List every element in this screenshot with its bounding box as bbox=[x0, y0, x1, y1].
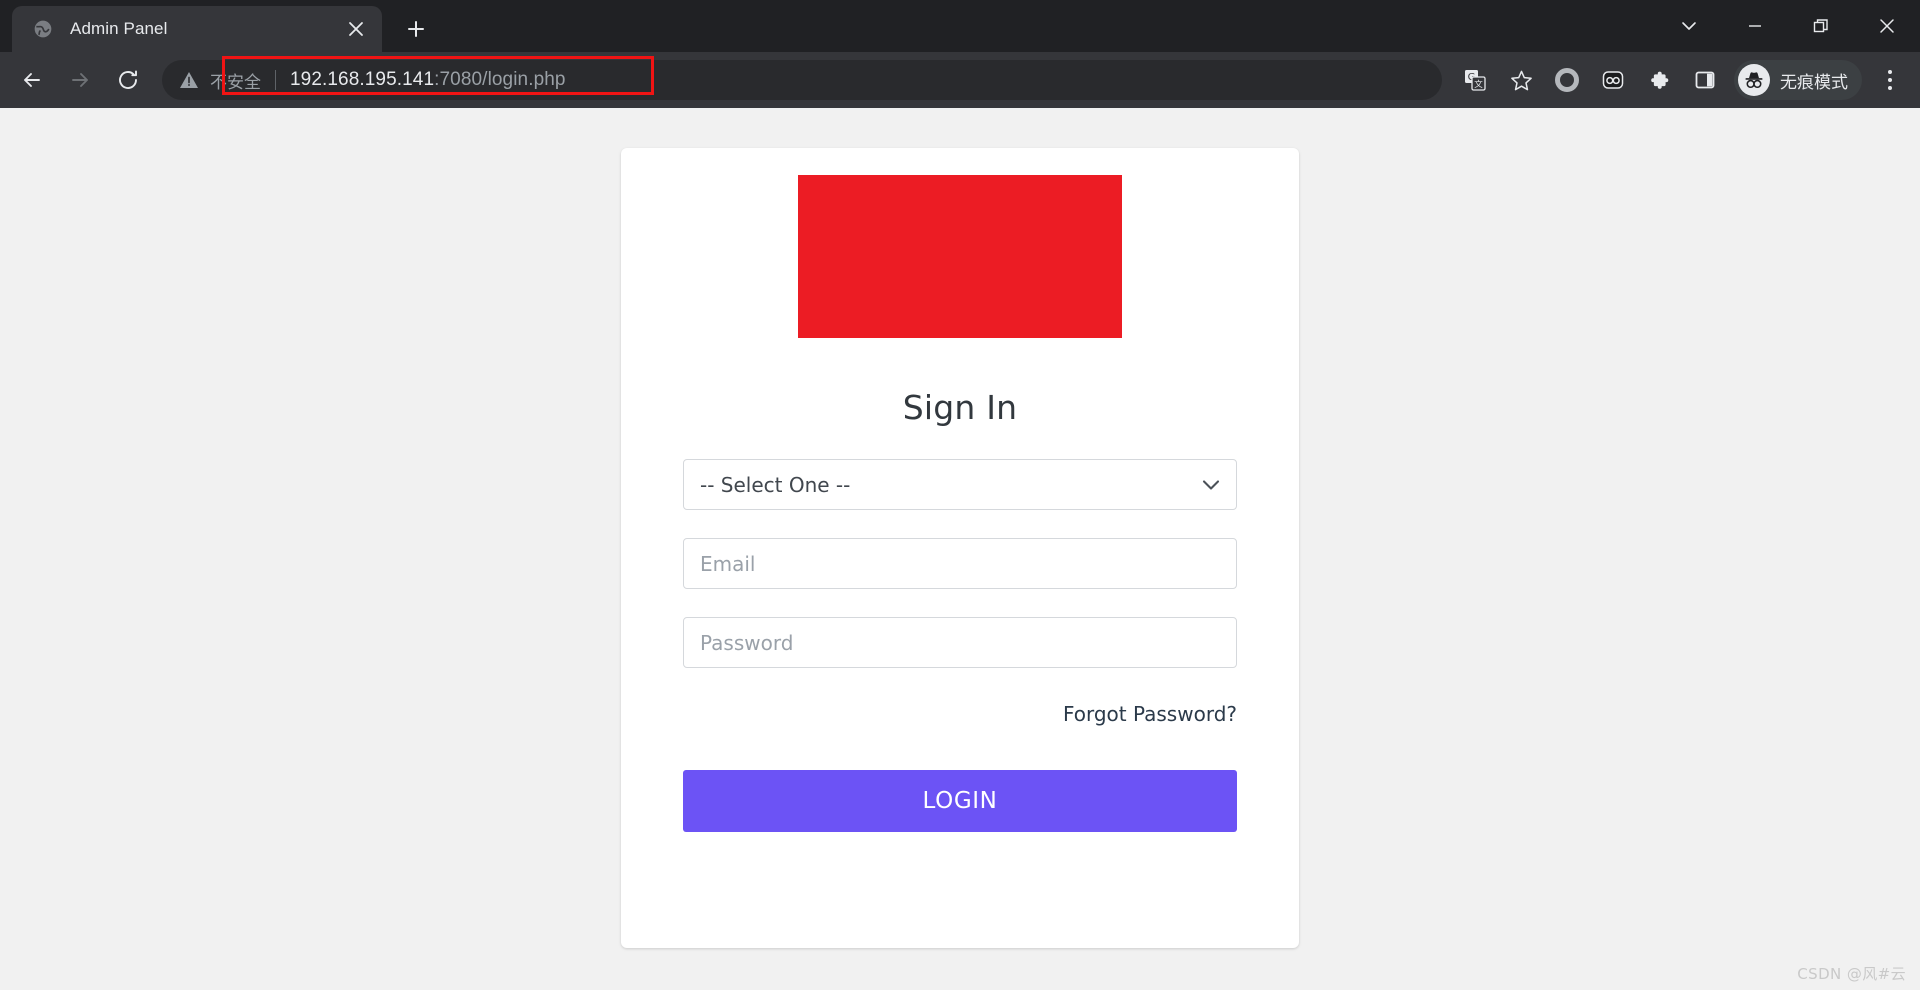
omnibox-divider bbox=[275, 70, 276, 90]
globe-icon bbox=[32, 18, 54, 40]
incognito-icon bbox=[1738, 64, 1770, 96]
window-controls bbox=[1656, 0, 1920, 52]
browser-window: Admin Panel 不安全 192.168.195.141:7080/log… bbox=[0, 0, 1920, 990]
tab-title: Admin Panel bbox=[70, 19, 168, 38]
incognito-profile-chip[interactable]: 无痕模式 bbox=[1734, 60, 1862, 100]
url-path: :7080/login.php bbox=[434, 69, 566, 90]
svg-text:文: 文 bbox=[1474, 79, 1483, 90]
new-tab-button[interactable] bbox=[396, 9, 436, 49]
password-field[interactable]: Password bbox=[683, 617, 1237, 668]
tab-search-button[interactable] bbox=[1656, 0, 1722, 52]
forgot-password-row: Forgot Password? bbox=[683, 702, 1237, 726]
close-icon[interactable] bbox=[342, 15, 370, 43]
arrow-right-icon bbox=[72, 73, 88, 87]
minimize-button[interactable] bbox=[1722, 0, 1788, 52]
extensions-puzzle-icon[interactable] bbox=[1639, 60, 1679, 100]
page-viewport: Sign In -- Select One -- Email Password … bbox=[0, 108, 1920, 990]
maximize-button[interactable] bbox=[1788, 0, 1854, 52]
role-select-value: -- Select One -- bbox=[700, 472, 851, 497]
close-icon bbox=[1880, 19, 1894, 33]
omnibox-wrapper: 不安全 192.168.195.141:7080/login.php bbox=[162, 60, 1442, 100]
three-dot-menu-icon[interactable] bbox=[1870, 58, 1910, 102]
plus-icon bbox=[408, 21, 424, 37]
address-bar[interactable]: 不安全 192.168.195.141:7080/login.php bbox=[162, 60, 1442, 100]
translate-icon[interactable]: G 文 bbox=[1455, 60, 1495, 100]
back-button[interactable] bbox=[10, 58, 54, 102]
close-window-button[interactable] bbox=[1854, 0, 1920, 52]
watermark: CSDN @风#云 bbox=[1797, 965, 1906, 983]
url-host: 192.168.195.141 bbox=[290, 69, 435, 90]
email-field[interactable]: Email bbox=[683, 538, 1237, 589]
restore-icon bbox=[1813, 19, 1828, 33]
login-card: Sign In -- Select One -- Email Password … bbox=[621, 148, 1299, 948]
browser-tab[interactable]: Admin Panel bbox=[12, 6, 382, 52]
page-title: Sign In bbox=[902, 388, 1018, 427]
password-manager-icon[interactable] bbox=[1593, 60, 1633, 100]
broken-logo-image bbox=[798, 175, 1122, 338]
tab-strip: Admin Panel bbox=[0, 0, 1920, 52]
chevron-down-icon bbox=[1202, 479, 1220, 491]
login-button[interactable]: LOGIN bbox=[683, 770, 1237, 832]
role-select[interactable]: -- Select One -- bbox=[683, 459, 1237, 510]
browser-toolbar: 不安全 192.168.195.141:7080/login.php G 文 无… bbox=[0, 52, 1920, 108]
minimize-icon bbox=[1749, 25, 1761, 27]
warning-triangle-icon[interactable] bbox=[178, 71, 200, 89]
reload-button[interactable] bbox=[106, 58, 150, 102]
security-status-label: 不安全 bbox=[210, 72, 261, 93]
incognito-label: 无痕模式 bbox=[1780, 72, 1848, 93]
forgot-password-link[interactable]: Forgot Password? bbox=[1063, 702, 1237, 726]
chevron-down-icon bbox=[1682, 22, 1696, 30]
profile-circle-icon[interactable] bbox=[1547, 60, 1587, 100]
email-placeholder: Email bbox=[700, 551, 756, 576]
bookmark-star-icon[interactable] bbox=[1501, 60, 1541, 100]
forward-button[interactable] bbox=[58, 58, 102, 102]
password-placeholder: Password bbox=[700, 630, 794, 655]
side-panel-icon[interactable] bbox=[1685, 60, 1725, 100]
arrow-left-icon bbox=[24, 73, 40, 87]
reload-icon bbox=[119, 70, 137, 89]
url-text: 192.168.195.141:7080/login.php bbox=[290, 69, 566, 91]
